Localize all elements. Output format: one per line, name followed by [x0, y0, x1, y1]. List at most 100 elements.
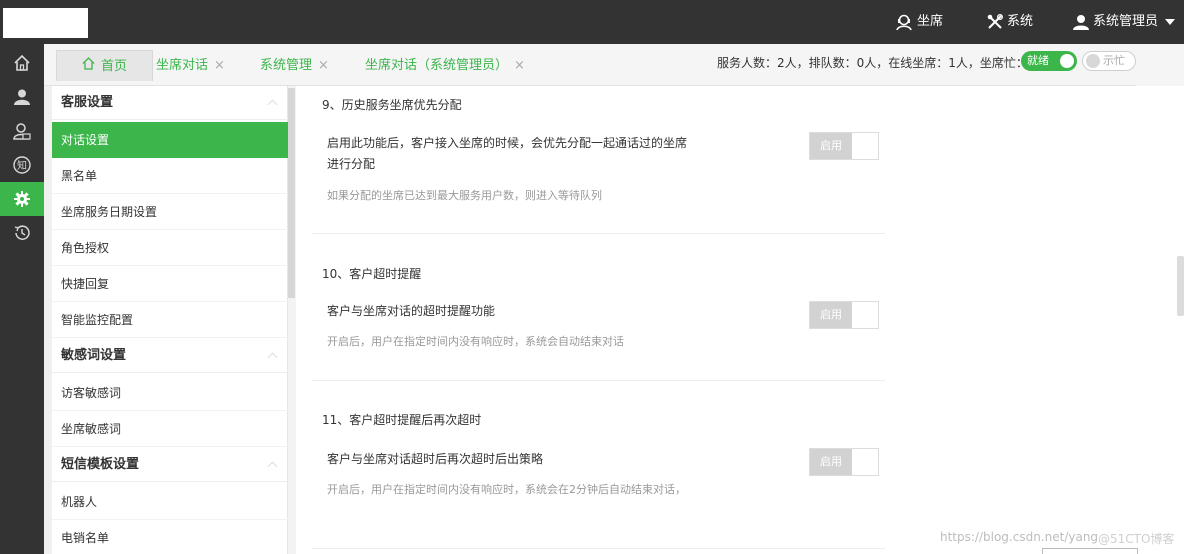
section-title: 9、历史服务坐席优先分配: [322, 98, 462, 112]
sidebar-item-label: 快捷回复: [61, 277, 110, 291]
tab-label: 坐席对话: [156, 58, 209, 73]
sidebar-group-label: 敏感词设置: [61, 348, 127, 363]
section-description: 启用此功能后，客户接入坐席的时候，会优先分配一起通话过的坐席进行分配: [327, 136, 688, 171]
sidebar-group-label: 客服设置: [61, 95, 114, 110]
chevron-up-icon: [267, 461, 278, 472]
sidebar-item-label: 坐席服务日期设置: [61, 205, 158, 219]
section-divider: [312, 548, 885, 549]
sidebar-item-quick-reply[interactable]: 快捷回复: [52, 266, 288, 302]
rail-settings[interactable]: [0, 182, 44, 216]
service-stats: 服务人数：2人，排队数：0人，在线坐席：1人，坐席忙：0人: [717, 56, 1048, 70]
close-icon[interactable]: ×: [318, 50, 329, 81]
sidebar-item-label: 智能监控配置: [61, 313, 134, 327]
rail-user[interactable]: [0, 80, 44, 114]
history-icon: [13, 224, 31, 242]
sidebar-item-label: 机器人: [61, 495, 98, 509]
headset-icon: [895, 13, 913, 31]
sidebar-item-label: 访客敏感词: [61, 386, 122, 400]
tools-icon: [987, 14, 1003, 30]
ready-toggle[interactable]: 就绪: [1021, 51, 1077, 71]
system-menu-label: 系统: [1007, 14, 1034, 29]
sidebar-item-label: 角色授权: [61, 241, 110, 255]
watermark-url: https://blog.csdn.net/yang: [940, 530, 1099, 544]
close-icon[interactable]: ×: [514, 50, 525, 81]
sidebar-group-service-settings[interactable]: 客服设置: [52, 86, 288, 120]
sidebar-group-sms-templates[interactable]: 短信模板设置: [52, 448, 288, 482]
sidebar-item-dialog-settings[interactable]: 对话设置: [52, 122, 288, 158]
section-title: 11、客户超时提醒后再次超时: [322, 413, 482, 427]
enable-switch[interactable]: 启用: [809, 448, 879, 476]
watermark-site: @51CTO博客: [1098, 532, 1175, 546]
sidebar-item-service-date[interactable]: 坐席服务日期设置: [52, 194, 288, 230]
sidebar-item-label: 坐席敏感词: [61, 422, 122, 436]
toggle-knob: [1086, 54, 1100, 68]
tab-system-management[interactable]: 系统管理 ×: [260, 50, 329, 81]
sidebar-item-label: 对话设置: [61, 133, 110, 147]
sidebar-group-label: 短信模板设置: [61, 457, 140, 472]
contact-icon: [13, 122, 31, 140]
user-menu[interactable]: 系统管理员: [1073, 0, 1176, 44]
settings-sidebar: 客服设置 对话设置 黑名单 坐席服务日期设置 角色授权 快捷回复 智能监控配置 …: [52, 86, 288, 554]
rail-home[interactable]: [0, 46, 44, 80]
sidebar-item-label: 电销名单: [61, 531, 110, 545]
enable-switch[interactable]: 启用: [809, 301, 879, 329]
tabbar-edge: [1136, 44, 1184, 86]
seat-menu[interactable]: 坐席: [895, 0, 943, 44]
sidebar-item-blacklist[interactable]: 黑名单: [52, 158, 288, 194]
section-hint: 如果分配的坐席已达到最大服务用户数，则进入等待队列: [327, 189, 602, 202]
system-menu[interactable]: 系统: [987, 0, 1033, 44]
gear-icon: [13, 190, 31, 208]
sidebar-item-visitor-sensitive[interactable]: 访客敏感词: [52, 375, 288, 411]
rail-contact[interactable]: [0, 114, 44, 148]
section-title: 10、客户超时提醒: [322, 267, 422, 281]
setting-section: 10、客户超时提醒 客户与坐席对话的超时提醒功能 开启后，用户在指定时间内没有响…: [312, 234, 885, 381]
toggle-knob: [1060, 54, 1074, 68]
enable-switch[interactable]: 启用: [809, 132, 879, 160]
setting-section: 11、客户超时提醒后再次超时 客户与坐席对话超时后再次超时后出策略 开启后，用户…: [312, 381, 885, 554]
tab-bar: 首页 坐席对话 × 系统管理 × 坐席对话（系统管理员） × 服务人数：2人，排…: [44, 44, 1184, 86]
setting-section: 9、历史服务坐席优先分配 启用此功能后，客户接入坐席的时候，会优先分配一起通话过…: [312, 86, 885, 234]
section-description: 客户与坐席对话超时后再次超时后出策略: [327, 452, 544, 466]
busy-toggle-label: 示忙: [1103, 54, 1125, 67]
caret-down-icon: [1165, 19, 1176, 25]
switch-label: 启用: [810, 449, 852, 475]
rail-history[interactable]: [0, 216, 44, 250]
sidebar-item-telemarketing-list[interactable]: 电销名单: [52, 520, 288, 554]
app-logo: [3, 8, 88, 38]
user-icon: [13, 88, 31, 106]
main-scrollbar-thumb[interactable]: [1177, 256, 1184, 316]
knowledge-icon: 知: [13, 156, 31, 174]
section-hint: 开启后，用户在指定时间内没有响应时，系统会自动结束对话: [327, 335, 624, 348]
user-icon: [1073, 14, 1089, 30]
tab-seat-chat[interactable]: 坐席对话 ×: [156, 50, 225, 81]
svg-text:知: 知: [17, 159, 27, 172]
section-description: 客户与坐席对话的超时提醒功能: [327, 304, 496, 318]
sidebar-item-smart-monitor[interactable]: 智能监控配置: [52, 302, 288, 338]
busy-toggle[interactable]: 示忙: [1082, 51, 1136, 71]
icon-rail: 知: [0, 44, 44, 554]
home-icon: [13, 54, 31, 72]
sidebar-group-sensitive-words[interactable]: 敏感词设置: [52, 339, 288, 373]
ready-toggle-label: 就绪: [1027, 54, 1049, 67]
chevron-up-icon: [267, 99, 278, 110]
sidebar-item-seat-sensitive[interactable]: 坐席敏感词: [52, 411, 288, 447]
tab-label: 坐席对话（系统管理员）: [365, 58, 509, 73]
close-icon[interactable]: ×: [214, 50, 225, 81]
sidebar-scrollbar-thumb[interactable]: [288, 88, 295, 298]
sidebar-item-role-auth[interactable]: 角色授权: [52, 230, 288, 266]
tab-seat-chat-admin[interactable]: 坐席对话（系统管理员） ×: [365, 50, 525, 81]
tab-home[interactable]: 首页: [56, 50, 153, 81]
chevron-up-icon: [267, 352, 278, 363]
corner-widget: [1042, 548, 1138, 554]
switch-label: 启用: [810, 302, 852, 328]
sidebar-item-robot[interactable]: 机器人: [52, 484, 288, 520]
top-bar: 坐席 系统 系统管理员: [0, 0, 1184, 44]
tab-label: 系统管理: [260, 58, 313, 73]
section-hint: 开启后，用户在指定时间内没有响应时，系统会在2分钟后自动结束对话，: [327, 483, 686, 496]
tab-home-label: 首页: [100, 58, 127, 74]
home-icon: [82, 51, 95, 82]
sidebar-item-label: 黑名单: [61, 169, 98, 183]
user-menu-label: 系统管理员: [1093, 14, 1159, 29]
rail-knowledge[interactable]: 知: [0, 148, 44, 182]
switch-label: 启用: [810, 133, 852, 159]
